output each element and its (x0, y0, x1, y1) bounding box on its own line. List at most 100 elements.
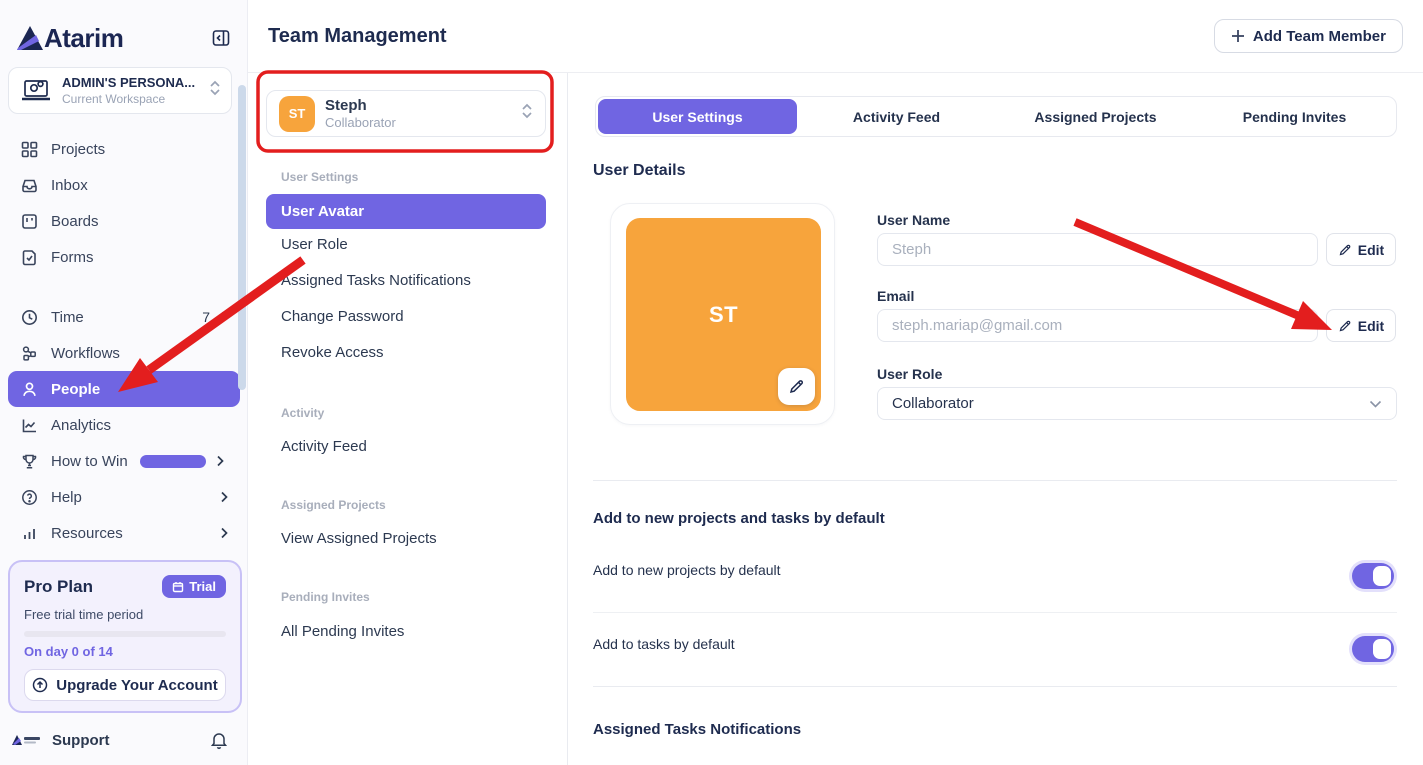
analytics-icon (20, 416, 38, 434)
sidebar-item-label: Projects (51, 141, 105, 158)
section-label-activity: Activity (281, 406, 324, 420)
row-divider (593, 612, 1397, 613)
unfold-more-icon (521, 103, 533, 124)
user-name-input[interactable] (877, 233, 1318, 266)
panel-item-assigned-tasks-notifications[interactable]: Assigned Tasks Notifications (281, 272, 471, 289)
user-role-select[interactable]: Collaborator (877, 387, 1397, 420)
email-label: Email (877, 288, 914, 304)
workspace-selector[interactable]: ADMIN'S PERSONA... Current Workspace (8, 67, 232, 114)
section-divider (593, 480, 1397, 481)
sidebar-item-resources[interactable]: Resources (8, 515, 240, 551)
sidebar-item-time[interactable]: Time 7 (8, 299, 240, 335)
sidebar-nav: Projects Inbox Boards (0, 131, 248, 551)
sidebar-item-label: Help (51, 489, 82, 506)
support-row[interactable]: Support (12, 726, 236, 754)
workflows-icon (20, 344, 38, 362)
pencil-icon (1338, 319, 1352, 333)
sidebar-item-label: Boards (51, 213, 99, 230)
inbox-icon (20, 176, 38, 194)
edit-button-label: Edit (1358, 242, 1384, 258)
email-input[interactable] (877, 309, 1318, 342)
upgrade-account-button[interactable]: Upgrade Your Account (24, 669, 226, 701)
user-name-edit-button[interactable]: Edit (1326, 233, 1396, 266)
tab-activity-feed[interactable]: Activity Feed (797, 99, 996, 134)
sidebar-scrollbar-thumb[interactable] (238, 85, 246, 390)
toggle-new-projects[interactable] (1352, 563, 1394, 589)
toggle-label-new-projects: Add to new projects by default (593, 562, 781, 578)
resources-icon (20, 524, 38, 542)
arrow-up-circle-icon (32, 677, 48, 693)
workspace-subtitle: Current Workspace (62, 92, 195, 106)
sidebar-item-workflows[interactable]: Workflows (8, 335, 240, 371)
avatar-card: ST (610, 203, 835, 425)
chevron-down-icon (1369, 400, 1382, 408)
toggle-tasks[interactable] (1352, 636, 1394, 662)
assigned-tasks-notifications-heading: Assigned Tasks Notifications (593, 721, 801, 738)
sidebar-item-boards[interactable]: Boards (8, 203, 240, 239)
calendar-icon (172, 581, 184, 593)
trial-badge-label: Trial (189, 579, 216, 594)
sidebar-item-label: Time (51, 309, 84, 326)
section-label-assigned-projects: Assigned Projects (281, 498, 386, 512)
person-icon (20, 380, 38, 398)
panel-item-revoke-access[interactable]: Revoke Access (281, 344, 384, 361)
defaults-heading: Add to new projects and tasks by default (593, 510, 885, 527)
sidebar-item-help[interactable]: Help (8, 479, 240, 515)
sidebar-collapse-icon[interactable] (210, 27, 232, 49)
member-panel: ST Steph Collaborator User Settings User… (248, 73, 568, 765)
sidebar-item-label: People (51, 381, 100, 398)
tab-pending-invites[interactable]: Pending Invites (1195, 99, 1394, 134)
sidebar-item-analytics[interactable]: Analytics (8, 407, 240, 443)
user-role-label: User Role (877, 366, 942, 382)
notification-bell-icon[interactable] (210, 730, 228, 750)
sidebar-item-label: Inbox (51, 177, 88, 194)
chevron-right-icon (216, 455, 224, 467)
pencil-icon (1338, 243, 1352, 257)
trial-progress-text: On day 0 of 14 (24, 644, 226, 659)
help-icon (20, 488, 38, 506)
panel-item-view-assigned-projects[interactable]: View Assigned Projects (281, 530, 437, 547)
sidebar-item-how-to-win[interactable]: How to Win (8, 443, 240, 479)
panel-item-user-role[interactable]: User Role (281, 236, 348, 253)
toggle-label-tasks: Add to tasks by default (593, 636, 735, 652)
forms-icon (20, 248, 38, 266)
member-selector[interactable]: ST Steph Collaborator (266, 90, 546, 137)
page-title: Team Management (268, 25, 447, 48)
plan-title: Pro Plan (24, 577, 93, 597)
panel-item-all-pending-invites[interactable]: All Pending Invites (281, 623, 404, 640)
plan-description: Free trial time period (24, 607, 226, 622)
trophy-icon (20, 452, 38, 470)
panel-item-change-password[interactable]: Change Password (281, 308, 404, 325)
workspace-name: ADMIN'S PERSONA... (62, 75, 195, 90)
panel-item-user-avatar[interactable]: User Avatar (266, 194, 546, 229)
avatar-edit-button[interactable] (778, 368, 815, 405)
edit-button-label: Edit (1358, 318, 1384, 334)
user-role-value: Collaborator (892, 395, 974, 412)
member-role: Collaborator (325, 115, 396, 130)
clock-icon (20, 308, 38, 326)
tab-assigned-projects[interactable]: Assigned Projects (996, 99, 1195, 134)
unfold-more-icon (209, 80, 221, 101)
chevron-right-icon (220, 491, 228, 503)
trial-progress-bar (24, 631, 226, 637)
add-team-member-button[interactable]: Add Team Member (1214, 19, 1403, 53)
support-logo (12, 732, 42, 748)
page-header: Team Management Add Team Member (248, 0, 1423, 73)
email-edit-button[interactable]: Edit (1326, 309, 1396, 342)
member-avatar: ST (279, 96, 315, 132)
user-details-heading: User Details (593, 162, 686, 180)
sidebar-item-projects[interactable]: Projects (8, 131, 240, 167)
pencil-icon (788, 378, 805, 395)
sidebar-item-forms[interactable]: Forms (8, 239, 240, 275)
tab-user-settings[interactable]: User Settings (598, 99, 797, 134)
sidebar-item-people[interactable]: People (8, 371, 240, 407)
atarim-logo: Atarim (16, 25, 123, 51)
sidebar-item-inbox[interactable]: Inbox (8, 167, 240, 203)
main-content: User Settings Activity Feed Assigned Pro… (568, 73, 1423, 765)
tabbar: User Settings Activity Feed Assigned Pro… (595, 96, 1397, 137)
chevron-right-icon (220, 527, 228, 539)
time-count-badge: 7 (202, 309, 210, 325)
atarim-logo-text: Atarim (44, 25, 123, 51)
boards-icon (20, 212, 38, 230)
panel-item-activity-feed[interactable]: Activity Feed (281, 438, 367, 455)
